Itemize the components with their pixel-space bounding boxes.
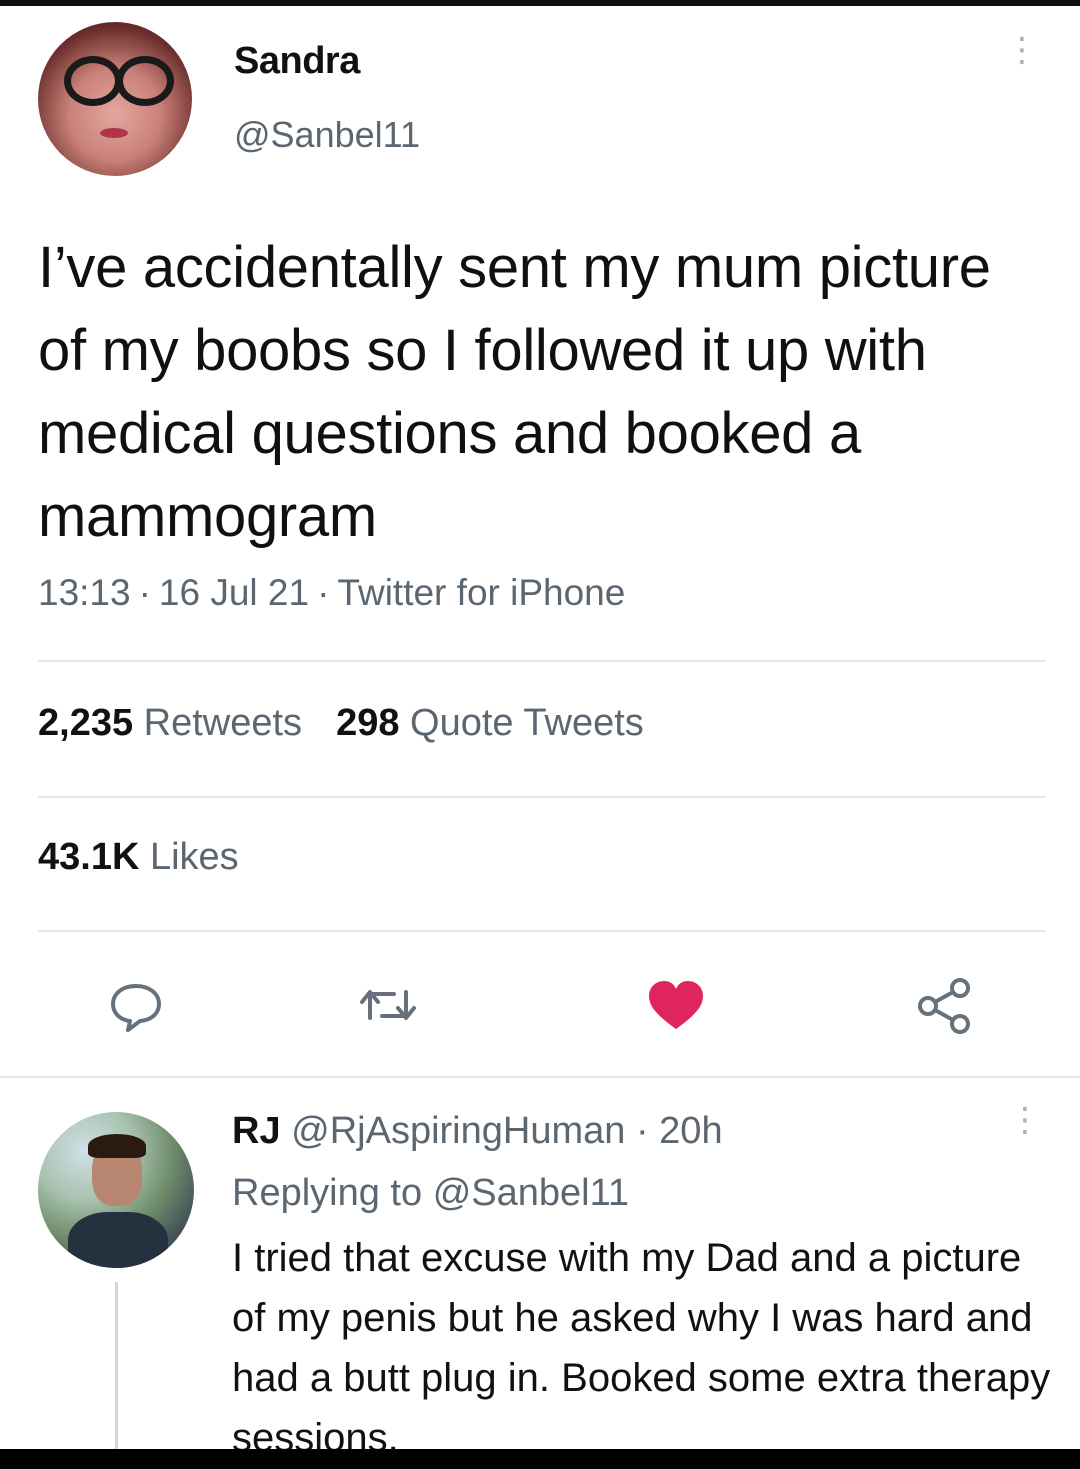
retweets-stat[interactable]: 2,235 Retweets bbox=[38, 702, 302, 744]
author-name[interactable]: Sandra bbox=[234, 40, 360, 83]
heart-icon bbox=[649, 981, 703, 1029]
engagement-stats: 2,235 Retweets 298 Quote Tweets bbox=[38, 702, 644, 745]
reply-author-name[interactable]: RJ bbox=[232, 1110, 281, 1152]
retweet-icon bbox=[360, 990, 416, 1020]
reply-text: I tried that excuse with my Dad and a pi… bbox=[232, 1236, 1051, 1460]
tweet-time: 13:13 bbox=[38, 572, 131, 613]
reply-header: RJ @RjAspiringHuman · 20h bbox=[232, 1110, 723, 1153]
reply-author-avatar[interactable] bbox=[38, 1112, 194, 1268]
reply-author-handle[interactable]: @RjAspiringHuman bbox=[291, 1110, 625, 1152]
retweets-count: 2,235 bbox=[38, 702, 134, 744]
retweet-button[interactable] bbox=[356, 976, 420, 1034]
avatar-glasses-left bbox=[64, 56, 122, 106]
divider bbox=[38, 660, 1046, 662]
divider bbox=[38, 930, 1046, 932]
meta-separator: · bbox=[138, 572, 151, 613]
quote-tweets-stat[interactable]: 298 Quote Tweets bbox=[336, 702, 644, 744]
more-options-icon[interactable]: ⋮ bbox=[1005, 33, 1039, 84]
meta-separator: · bbox=[317, 572, 330, 613]
reply-more-options-icon[interactable]: ⋮ bbox=[1008, 1103, 1042, 1154]
reply-icon bbox=[111, 984, 161, 1032]
tweet-date: 16 Jul 21 bbox=[158, 572, 310, 613]
tweet-source[interactable]: Twitter for iPhone bbox=[337, 572, 625, 613]
divider bbox=[0, 1076, 1080, 1078]
replying-mention[interactable]: @Sanbel11 bbox=[433, 1172, 629, 1214]
like-button[interactable] bbox=[644, 976, 708, 1034]
avatar-hair bbox=[88, 1134, 146, 1158]
quote-tweets-count: 298 bbox=[336, 702, 400, 744]
top-edge-bar bbox=[0, 0, 1080, 6]
reply-separator: · bbox=[635, 1110, 649, 1152]
reply-button[interactable] bbox=[104, 976, 168, 1034]
likes-stat[interactable]: 43.1K Likes bbox=[38, 836, 239, 879]
quote-tweets-label: Quote Tweets bbox=[410, 702, 644, 744]
tweet-text: I’ve accidentally sent my mum picture of… bbox=[38, 235, 991, 549]
replying-prefix: Replying to bbox=[232, 1172, 423, 1214]
thread-line bbox=[115, 1282, 118, 1452]
divider bbox=[38, 796, 1046, 798]
likes-label: Likes bbox=[149, 836, 239, 878]
share-button[interactable] bbox=[912, 976, 976, 1034]
tweet-meta: 13:13 · 16 Jul 21 · Twitter for iPhone bbox=[38, 572, 625, 614]
author-handle[interactable]: @Sanbel11 bbox=[234, 114, 420, 156]
avatar-shirt bbox=[68, 1212, 168, 1268]
reply-age: 20h bbox=[659, 1110, 723, 1152]
bottom-edge-bar bbox=[0, 1449, 1080, 1469]
likes-count: 43.1K bbox=[38, 836, 140, 878]
retweets-label: Retweets bbox=[143, 702, 303, 744]
avatar-glasses-right bbox=[116, 56, 174, 106]
avatar-lips bbox=[100, 128, 128, 138]
share-icon bbox=[918, 978, 970, 1034]
author-avatar[interactable] bbox=[38, 22, 192, 176]
replying-to: Replying to @Sanbel11 bbox=[232, 1172, 629, 1215]
